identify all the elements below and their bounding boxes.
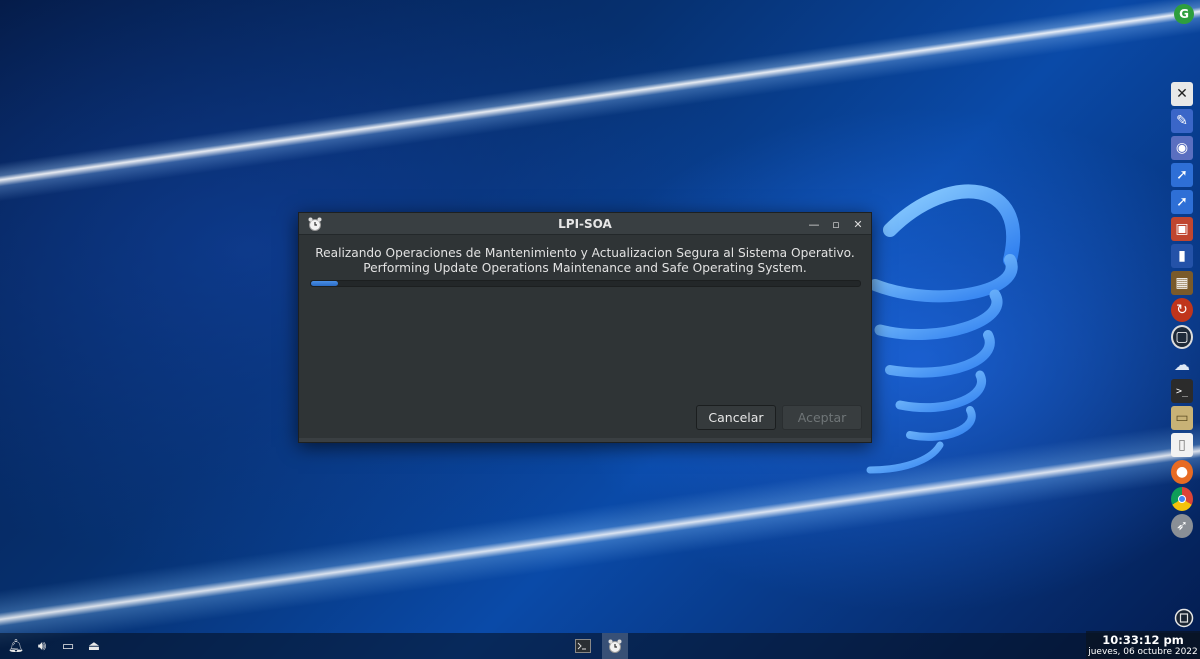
accept-button[interactable]: Aceptar [782, 405, 862, 430]
cursor-arrow-icon[interactable]: ➚ [1171, 163, 1193, 187]
cursor-arrow-alt-icon[interactable]: ➚ [1171, 190, 1193, 214]
file-icon[interactable]: ▯ [1171, 433, 1193, 457]
dialog-bottom-edge [299, 438, 871, 442]
dialog-titlebar[interactable]: LPI-SOA — ▫ ✕ [299, 213, 871, 235]
task-list [570, 633, 628, 659]
volume-icon[interactable]: 🔊︎ [34, 638, 50, 654]
document-write-icon[interactable]: ✎ [1171, 109, 1193, 133]
display-icon[interactable]: ▭ [60, 638, 76, 654]
close-icon[interactable]: ✕ [851, 217, 865, 231]
terminal-icon[interactable]: >_ [1171, 379, 1193, 403]
lpi-soa-dialog: LPI-SOA — ▫ ✕ Realizando Operaciones de … [298, 212, 872, 443]
right-launcher-dock: ✕ ✎ ◉ ➚ ➚ ▣ ▮ ▦ ↻ ▢ ☁ >_ ▭ ▯ ● ➶ [1168, 82, 1196, 538]
firefox-icon[interactable]: ● [1171, 460, 1193, 484]
maximize-icon[interactable]: ▫ [829, 217, 843, 231]
minimize-icon[interactable]: — [807, 217, 821, 231]
dialog-message: Realizando Operaciones de Mantenimiento … [299, 246, 871, 276]
clock-time: 10:33:12 pm [1102, 633, 1184, 647]
grid-app-icon[interactable]: ▦ [1171, 271, 1193, 295]
message-line-spanish: Realizando Operaciones de Mantenimiento … [315, 246, 855, 260]
trash-circle-small-icon[interactable] [1174, 608, 1194, 628]
recycle-orange-icon[interactable]: ↻ [1171, 298, 1193, 322]
folder-icon[interactable]: ▭ [1171, 406, 1193, 430]
taskbar: 🔔︎ 🔊︎ ▭ ⏏ [0, 633, 1200, 659]
dialog-title: LPI-SOA [558, 216, 612, 231]
notification-bell-icon[interactable]: 🔔︎ [8, 638, 25, 654]
rocket-icon[interactable]: ➶ [1171, 514, 1193, 538]
trash-circle-icon[interactable]: ▢ [1171, 325, 1193, 349]
chrome-icon[interactable] [1171, 487, 1193, 511]
terminal-task-icon[interactable] [570, 633, 596, 659]
progress-bar [310, 280, 861, 287]
progress-bar-fill [311, 281, 339, 286]
alarm-clock-icon [308, 217, 322, 231]
cancel-button[interactable]: Cancelar [696, 405, 776, 430]
x-window-icon[interactable]: ✕ [1171, 82, 1193, 106]
vertical-bars-icon[interactable]: ▮ [1171, 244, 1193, 268]
cloud-icon[interactable]: ☁ [1171, 352, 1193, 376]
g-circle-icon[interactable]: G [1174, 4, 1194, 24]
taskbar-clock[interactable]: 10:33:12 pm jueves, 06 octubre 2022 [1086, 631, 1200, 659]
disk-tools-icon[interactable]: ◉ [1171, 136, 1193, 160]
lpi-soa-task-icon[interactable] [602, 633, 628, 659]
package-installer-icon[interactable]: ▣ [1171, 217, 1193, 241]
message-line-english: Performing Update Operations Maintenance… [363, 261, 807, 275]
clock-date: jueves, 06 octubre 2022 [1088, 647, 1198, 657]
eject-icon[interactable]: ⏏ [86, 638, 102, 654]
system-tray: 🔔︎ 🔊︎ ▭ ⏏ [8, 638, 102, 654]
